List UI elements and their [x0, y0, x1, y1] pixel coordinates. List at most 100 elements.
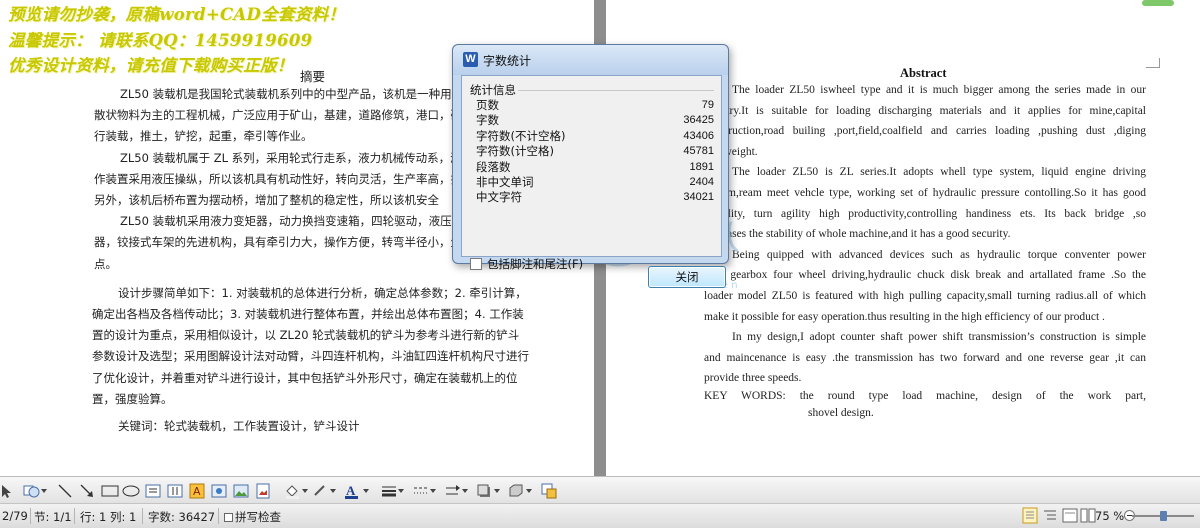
shapes-menu-icon[interactable] — [22, 482, 48, 500]
abstract-body-en: The loader ZL50 iswheel type and it is m… — [704, 80, 1146, 424]
line-color-icon[interactable] — [312, 482, 336, 500]
stat-label: 段落数 — [476, 159, 511, 174]
zoom-slider-knob[interactable] — [1160, 511, 1167, 521]
abstract-line-cn: 确定出各档及各档传动比；3. 对装载机进行整体布置，并绘出总体布置图；4. 工作… — [92, 307, 524, 322]
abstract-line-cn: 关键词：轮式装载机，工作装置设计，铲斗设计 — [118, 419, 360, 434]
abstract-line-en: construction,road builing ,port,field,co… — [704, 125, 1146, 138]
page-indicator[interactable]: 2/79 — [2, 509, 28, 523]
outline-view-icon[interactable] — [1042, 507, 1058, 527]
status-divider — [218, 508, 219, 524]
stat-label: 字符数(不计空格) — [476, 128, 566, 143]
stat-row: 字符数(不计空格) 43406 — [476, 129, 716, 144]
vertical-textbox-icon[interactable] — [166, 482, 184, 500]
stat-row: 中文字符 34021 — [476, 190, 716, 205]
stat-label: 字符数(计空格) — [476, 144, 554, 159]
stat-label: 页数 — [476, 98, 499, 112]
zoom-level[interactable]: 75 % — [1095, 509, 1124, 523]
stat-row: 页数 79 — [476, 98, 716, 113]
abstract-line-en: The loader ZL50 iswheel type and it is m… — [732, 84, 1146, 96]
status-divider — [30, 508, 31, 524]
web-view-icon[interactable] — [1062, 507, 1078, 527]
section-divider — [518, 90, 714, 91]
stats-list: 页数 79 字数 36425 字符数(不计空格) 43406 字符数(计空格) 45781 段落… — [476, 98, 716, 206]
stats-section-header: 统计信息 — [470, 83, 516, 97]
wordart-icon[interactable]: A — [188, 482, 206, 500]
svg-text:A: A — [193, 485, 201, 498]
abstract-line-en: increases the stability of whole machine… — [704, 228, 1011, 241]
font-color-icon[interactable]: A — [344, 482, 370, 500]
abstract-title-cn: 摘要 — [300, 69, 326, 84]
stat-value: 34021 — [683, 191, 714, 204]
abstract-line-en: shovel design. — [808, 406, 874, 419]
abstract-line-en: shift gearbox four wheel driving,hydraul… — [704, 269, 1146, 282]
word-count-dialog[interactable]: W 字数统计 统计信息 页数 79 字数 36425 字符数(不计空格) 43406 字符数… — [452, 44, 729, 288]
include-footnotes-checkbox[interactable] — [470, 258, 482, 270]
drawing-toolbar: A A — [0, 476, 1200, 504]
stat-row: 非中文单词 2404 — [476, 175, 716, 190]
abstract-line-en: system,ream meet vehcle type, working se… — [704, 186, 1146, 199]
preview-watermark: 预览请勿抄袭，原稿word+CAD全套资料！ 温馨提示： 请联系QQ：14599… — [8, 2, 345, 79]
image-file-icon[interactable] — [254, 482, 272, 500]
select-objects-icon[interactable] — [540, 482, 558, 500]
abstract-line-en: Being quipped with advanced devices such… — [732, 248, 1146, 261]
shadow-style-icon[interactable] — [476, 482, 500, 500]
rectangle-tool-icon[interactable] — [100, 482, 120, 500]
read-view-icon[interactable] — [1080, 507, 1096, 527]
row-col-indicator: 行: 1 列: 1 — [80, 510, 137, 524]
abstract-line-cn: 设计步骤简单如下：1. 对装载机的总体进行分析，确定总体参数；2. 牵引计算， — [118, 285, 527, 300]
zoom-out-icon[interactable] — [1124, 510, 1135, 524]
abstract-line-cn: 了优化设计，并着重对铲斗进行设计，其中包括铲斗外形尺寸，确定在装载机上的位 — [92, 370, 518, 385]
stat-row: 段落数 1891 — [476, 160, 716, 175]
word-count-indicator[interactable]: 字数: 36427 — [148, 509, 215, 525]
line-tool-icon[interactable] — [56, 482, 74, 500]
page-view-icon[interactable] — [1022, 507, 1038, 527]
abstract-line-en: make it possible for easy operation.thus… — [704, 310, 1105, 323]
spell-check-toggle[interactable]: 拼写检查 — [224, 509, 281, 525]
line-style-icon[interactable] — [380, 482, 404, 500]
diagram-icon[interactable] — [210, 482, 228, 500]
abstract-line-en: In my design,I adopt counter shaft power… — [732, 331, 1146, 344]
abstract-line-en: The loader ZL50 is ZL series.It adopts w… — [732, 166, 1146, 179]
top-indicator-icon — [1142, 0, 1174, 6]
watermark-line: 优秀设计资料，请充值下载购买正版！ — [8, 56, 294, 75]
3d-style-icon[interactable] — [508, 482, 532, 500]
spell-check-label: 拼写检查 — [235, 510, 281, 524]
abstract-title-en: Abstract — [900, 66, 947, 80]
abstract-line-cn: 置的设计为重点，采用相似设计，以 ZL20 轮式装载机的铲斗为参考斗进行新的铲斗 — [92, 328, 520, 343]
abstract-line-cn: 置，强度验算。 — [92, 391, 173, 406]
wps-writer-icon: W — [463, 52, 478, 67]
abstract-line-en: loader model ZL50 is featured with high … — [704, 289, 1146, 302]
status-divider — [74, 508, 75, 524]
include-footnotes-label[interactable]: 包括脚注和尾注(F) — [487, 256, 583, 272]
dialog-titlebar[interactable]: W 字数统计 — [453, 45, 728, 75]
stat-label: 中文字符 — [476, 190, 522, 205]
stat-value: 45781 — [683, 145, 714, 158]
arrow-tool-icon[interactable] — [78, 482, 96, 500]
fill-color-icon[interactable] — [284, 482, 308, 500]
status-bar: 2/79 节: 1/1 行: 1 列: 1 字数: 36427 拼写检查 75 … — [0, 504, 1200, 528]
stat-row: 字数 36425 — [476, 113, 716, 128]
footnote-option[interactable]: 包括脚注和尾注(F) — [470, 256, 583, 272]
abstract-line-en: KEY WORDS: the round type load machine, … — [704, 389, 1146, 402]
stat-value: 2404 — [689, 176, 714, 189]
picture-icon[interactable] — [232, 482, 250, 500]
status-divider — [142, 508, 143, 524]
ellipse-tool-icon[interactable] — [121, 482, 141, 500]
section-indicator: 节: 1/1 — [34, 510, 72, 524]
arrow-style-icon[interactable] — [444, 482, 468, 500]
abstract-line-en: and maincenance is easy .the transmissio… — [704, 351, 1146, 364]
textbox-tool-icon[interactable] — [144, 482, 162, 500]
abstract-line-en: and weight. — [704, 145, 758, 158]
abstract-line-en: mobility, turn agility high productivity… — [704, 207, 1146, 220]
watermark-line: 预览请勿抄袭，原稿word+CAD全套资料！ — [8, 5, 346, 24]
close-button[interactable]: 关闭 — [648, 266, 726, 288]
spell-check-icon — [224, 512, 233, 522]
toolbar-arrow-icon[interactable] — [0, 482, 12, 500]
stat-value: 79 — [701, 99, 714, 111]
dash-style-icon[interactable] — [412, 482, 436, 500]
stat-value: 43406 — [683, 129, 714, 142]
watermark-line: 温馨提示： 请联系QQ：1459919609 — [8, 30, 313, 50]
stat-label: 字数 — [476, 113, 499, 128]
stat-row: 字符数(计空格) 45781 — [476, 144, 716, 159]
stat-label: 非中文单词 — [476, 175, 534, 190]
